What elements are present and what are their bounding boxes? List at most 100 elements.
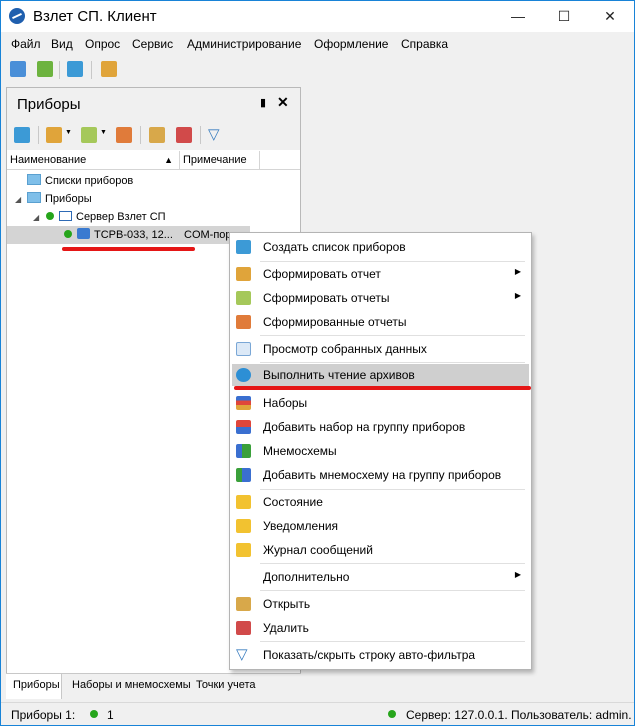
menu-appearance[interactable]: Оформление xyxy=(314,37,388,51)
list-icon[interactable] xyxy=(14,127,30,143)
server-online-icon xyxy=(388,710,396,718)
menu-item-generated-reports[interactable]: Сформированные отчеты xyxy=(232,311,529,333)
menu-poll[interactable]: Опрос xyxy=(85,37,120,51)
tree-item-server[interactable]: ◢ Сервер Взлет СП xyxy=(7,208,300,226)
menu-item-label: Просмотр собранных данных xyxy=(263,342,427,356)
status-online-icon xyxy=(46,212,54,220)
menu-item-label: Состояние xyxy=(263,495,323,509)
dropdown-arrow-icon[interactable]: ▼ xyxy=(65,129,72,136)
menu-item-state[interactable]: Состояние xyxy=(232,491,529,513)
close-button[interactable]: ✕ xyxy=(587,1,633,32)
menu-item-additional[interactable]: Дополнительно ▶ xyxy=(232,566,529,588)
dropdown-arrow-icon[interactable]: ▼ xyxy=(100,129,107,136)
minimize-button[interactable]: — xyxy=(495,1,541,32)
menu-item-label: Выполнить чтение архивов xyxy=(263,368,415,382)
panel-close-icon[interactable]: ✕ xyxy=(277,94,289,111)
collapse-arrow-icon[interactable]: ◢ xyxy=(33,209,39,227)
column-name[interactable]: Наименование ▲ xyxy=(7,151,180,170)
menu-separator xyxy=(260,261,525,262)
report-icon[interactable] xyxy=(46,127,62,143)
menu-separator xyxy=(260,489,525,490)
menu-administration[interactable]: Администрирование xyxy=(187,37,301,51)
menu-item-toggle-autofilter[interactable]: ▽ Показать/скрыть строку авто-фильтра xyxy=(232,644,529,666)
menu-item-label: Уведомления xyxy=(263,519,339,533)
toolbar-separator xyxy=(140,126,141,144)
filter-icon[interactable]: ▽ xyxy=(208,125,220,143)
menu-item-notifications[interactable]: Уведомления xyxy=(232,515,529,537)
menu-item-label: Добавить мнемосхему на группу приборов xyxy=(263,468,502,482)
menu-item-create-device-list[interactable]: Создать список приборов xyxy=(232,236,529,258)
tree-item-device[interactable]: ТСРВ-033, 12... COM-порт... xyxy=(7,226,250,244)
maximize-button[interactable]: ☐ xyxy=(541,1,587,32)
menu-item-message-log[interactable]: Журнал сообщений xyxy=(232,539,529,561)
menu-separator xyxy=(260,362,525,363)
menu-item-label: Журнал сообщений xyxy=(263,543,373,557)
device-list-icon xyxy=(236,240,251,254)
delete-icon[interactable] xyxy=(176,127,192,143)
pencil-icon xyxy=(236,597,251,611)
clipboard-report-icon[interactable] xyxy=(101,61,117,77)
delete-icon xyxy=(236,621,251,635)
menu-item-label: Показать/скрыть строку авто-фильтра xyxy=(263,648,476,662)
tab-devices[interactable]: Приборы xyxy=(6,674,62,699)
tree-item-label: Списки приборов xyxy=(45,175,134,187)
column-note-label: Примечание xyxy=(183,154,247,166)
menu-item-add-mnemo-to-group[interactable]: Добавить мнемосхему на группу приборов xyxy=(232,464,529,486)
menu-service[interactable]: Сервис xyxy=(132,37,173,51)
status-online-icon xyxy=(90,710,98,718)
menu-item-view-data[interactable]: Просмотр собранных данных xyxy=(232,338,529,360)
state-envelope-icon xyxy=(236,495,251,509)
context-menu: Создать список приборов Сформировать отч… xyxy=(229,232,532,670)
menu-item-label: Добавить набор на группу приборов xyxy=(263,420,466,434)
menu-item-make-reports[interactable]: Сформировать отчеты ▶ xyxy=(232,287,529,309)
submenu-arrow-icon: ▶ xyxy=(514,267,521,276)
reports-icon xyxy=(236,291,251,305)
panel-header: Приборы ▮ ✕ xyxy=(7,88,300,118)
filter-icon: ▽ xyxy=(236,646,248,663)
tab-metering-points[interactable]: Точки учета xyxy=(196,679,256,691)
export-icon[interactable] xyxy=(37,61,53,77)
window-title: Взлет СП. Клиент xyxy=(33,8,157,25)
edit-icon[interactable] xyxy=(149,127,165,143)
notification-envelope-icon xyxy=(236,519,251,533)
submenu-arrow-icon: ▶ xyxy=(514,291,521,300)
menu-separator xyxy=(260,590,525,591)
menu-item-make-report[interactable]: Сформировать отчет ▶ xyxy=(232,263,529,285)
collapse-arrow-icon[interactable]: ◢ xyxy=(15,191,21,209)
menu-help[interactable]: Справка xyxy=(401,37,448,51)
menu-item-mnemo[interactable]: Мнемосхемы xyxy=(232,440,529,462)
column-note[interactable]: Примечание xyxy=(180,151,260,170)
menu-item-delete[interactable]: Удалить xyxy=(232,617,529,639)
menu-separator xyxy=(260,563,525,564)
generated-reports-icon[interactable] xyxy=(116,127,132,143)
menu-item-label: Сформировать отчеты xyxy=(263,291,390,305)
menu-item-read-archives[interactable]: Выполнить чтение архивов xyxy=(232,364,529,386)
menu-item-sets[interactable]: Наборы xyxy=(232,392,529,414)
menu-view[interactable]: Вид xyxy=(51,37,73,51)
tree-item-label: ТСРВ-033, 12... xyxy=(94,229,173,241)
tree-item-devices[interactable]: ◢ Приборы xyxy=(7,190,300,208)
menu-file[interactable]: Файл xyxy=(11,37,41,51)
menu-item-add-set-to-group[interactable]: Добавить набор на группу приборов xyxy=(232,416,529,438)
toolbar-separator xyxy=(59,61,60,79)
generated-reports-icon xyxy=(236,315,251,329)
tab-sets-mnemo[interactable]: Наборы и мнемосхемы xyxy=(72,679,191,691)
app-logo-icon xyxy=(9,8,25,24)
connect-icon[interactable] xyxy=(10,61,26,77)
menu-item-label: Создать список приборов xyxy=(263,240,406,254)
toolbar-separator xyxy=(38,126,39,144)
data-view-icon xyxy=(236,342,251,356)
tree-item-device-lists[interactable]: Списки приборов xyxy=(7,172,300,190)
status-server: Сервер: 127.0.0.1. Пользователь: admin. xyxy=(406,708,632,722)
menu-item-label: Наборы xyxy=(263,396,308,410)
toolbar-separator xyxy=(91,61,92,79)
devices-list-icon[interactable] xyxy=(67,61,83,77)
pin-icon[interactable]: ▮ xyxy=(260,96,266,109)
menu-item-label: Мнемосхемы xyxy=(263,444,337,458)
reports-icon[interactable] xyxy=(81,127,97,143)
panel-toolbar: ▼ ▼ ▽ xyxy=(7,118,300,150)
annotation-underline xyxy=(62,247,195,251)
menu-item-open[interactable]: Открыть xyxy=(232,593,529,615)
main-window: Взлет СП. Клиент — ☐ ✕ Файл Вид Опрос Се… xyxy=(0,0,635,726)
envelope-icon xyxy=(236,543,251,557)
